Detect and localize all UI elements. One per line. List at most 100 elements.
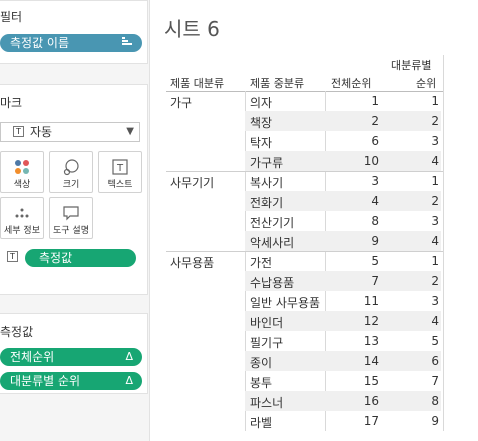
text-measure-values-pill[interactable]: 측정값 bbox=[25, 249, 136, 267]
marks-title: 마크 bbox=[0, 96, 23, 110]
overall-rank-value[interactable]: 9 bbox=[330, 234, 379, 248]
category-rank-value[interactable]: 2 bbox=[390, 114, 439, 128]
overall-rank-value[interactable]: 7 bbox=[330, 274, 379, 288]
mark-type-dropdown[interactable]: T 자동 ▼ bbox=[0, 122, 140, 142]
filter-pill-label: 측정값 이름 bbox=[10, 36, 70, 50]
column-divider bbox=[245, 91, 246, 431]
filter-pill-measure-names[interactable]: 측정값 이름 bbox=[0, 34, 142, 52]
overall-rank-value[interactable]: 13 bbox=[330, 334, 379, 348]
delta-icon: Δ bbox=[125, 374, 133, 387]
category-rank-value[interactable]: 2 bbox=[390, 274, 439, 288]
subcategory-label[interactable]: 봉투 bbox=[250, 374, 272, 391]
measure-pill-label: 전체순위 bbox=[10, 350, 55, 364]
detail-button[interactable]: 세부 정보 bbox=[0, 197, 44, 239]
category-rank-value[interactable]: 3 bbox=[390, 294, 439, 308]
overall-rank-value[interactable]: 4 bbox=[330, 194, 379, 208]
header-subcategory[interactable]: 제품 중분류 bbox=[250, 75, 304, 91]
subcategory-label[interactable]: 가전 bbox=[250, 254, 272, 271]
svg-text:T: T bbox=[116, 163, 124, 174]
column-divider bbox=[443, 55, 444, 431]
overall-rank-value[interactable]: 17 bbox=[330, 414, 379, 428]
subcategory-label[interactable]: 탁자 bbox=[250, 134, 272, 151]
subcategory-label[interactable]: 라벨 bbox=[250, 414, 272, 431]
tooltip-button[interactable]: 도구 설명 bbox=[49, 197, 93, 239]
header-divider bbox=[166, 91, 443, 92]
detail-button-label: 세부 정보 bbox=[4, 226, 40, 236]
marks-card: 마크 T 자동 ▼ 색상 크기 T 텍스트 세부 정보 도구 설명 T 측정값 bbox=[0, 84, 148, 295]
category-rank-value[interactable]: 1 bbox=[390, 254, 439, 268]
category-rank-value[interactable]: 2 bbox=[390, 194, 439, 208]
overall-rank-value[interactable]: 14 bbox=[330, 354, 379, 368]
overall-rank-value[interactable]: 16 bbox=[330, 394, 379, 408]
overall-rank-value[interactable]: 3 bbox=[330, 174, 379, 188]
text-button[interactable]: T 텍스트 bbox=[98, 151, 142, 193]
chevron-down-icon: ▼ bbox=[126, 126, 134, 137]
color-button[interactable]: 색상 bbox=[0, 151, 44, 193]
category-rank-value[interactable]: 4 bbox=[390, 234, 439, 248]
tooltip-button-label: 도구 설명 bbox=[53, 226, 89, 236]
detail-icon bbox=[1, 204, 43, 222]
header-category-rank-line1[interactable]: 대분류별 bbox=[391, 57, 431, 73]
category-rank-value[interactable]: 4 bbox=[390, 154, 439, 168]
category-rank-value[interactable]: 7 bbox=[390, 374, 439, 388]
subcategory-label[interactable]: 악세사리 bbox=[250, 234, 294, 251]
category-rank-value[interactable]: 3 bbox=[390, 214, 439, 228]
overall-rank-value[interactable]: 6 bbox=[330, 134, 379, 148]
header-category-rank-line2[interactable]: 순위 bbox=[416, 75, 436, 91]
subcategory-label[interactable]: 종이 bbox=[250, 354, 272, 371]
category-label[interactable]: 사무기기 bbox=[170, 174, 214, 191]
sheet-title: 시트 6 bbox=[164, 17, 220, 41]
measure-pill-category-rank[interactable]: 대분류별 순위 Δ bbox=[0, 372, 142, 390]
category-label[interactable]: 가구 bbox=[170, 94, 192, 111]
subcategory-label[interactable]: 수납용품 bbox=[250, 274, 294, 291]
category-rank-value[interactable]: 5 bbox=[390, 334, 439, 348]
color-button-label: 색상 bbox=[13, 180, 31, 190]
overall-rank-value[interactable]: 1 bbox=[330, 94, 379, 108]
overall-rank-value[interactable]: 12 bbox=[330, 314, 379, 328]
overall-rank-value[interactable]: 10 bbox=[330, 154, 379, 168]
overall-rank-value[interactable]: 15 bbox=[330, 374, 379, 388]
filters-title: 필터 bbox=[0, 10, 23, 24]
subcategory-label[interactable]: 전화기 bbox=[250, 194, 283, 211]
color-dots-icon bbox=[1, 158, 43, 176]
column-divider bbox=[325, 91, 326, 431]
group-divider bbox=[166, 251, 443, 252]
subcategory-label[interactable]: 전산기기 bbox=[250, 214, 294, 231]
category-rank-value[interactable]: 4 bbox=[390, 314, 439, 328]
size-icon bbox=[50, 158, 92, 176]
subcategory-label[interactable]: 가구류 bbox=[250, 154, 283, 171]
category-rank-value[interactable]: 8 bbox=[390, 394, 439, 408]
header-overall-rank[interactable]: 전체순위 bbox=[331, 75, 371, 91]
subcategory-label[interactable]: 바인더 bbox=[250, 314, 283, 331]
overall-rank-value[interactable]: 8 bbox=[330, 214, 379, 228]
category-rank-value[interactable]: 1 bbox=[390, 94, 439, 108]
category-rank-value[interactable]: 6 bbox=[390, 354, 439, 368]
subcategory-label[interactable]: 복사기 bbox=[250, 174, 283, 191]
subcategory-label[interactable]: 파스너 bbox=[250, 394, 283, 411]
subcategory-label[interactable]: 일반 사무용품 bbox=[250, 294, 320, 311]
subcategory-label[interactable]: 필기구 bbox=[250, 334, 283, 351]
category-rank-value[interactable]: 3 bbox=[390, 134, 439, 148]
size-button[interactable]: 크기 bbox=[49, 151, 93, 193]
subcategory-label[interactable]: 책장 bbox=[250, 114, 272, 131]
measure-pill-label: 대분류별 순위 bbox=[10, 374, 81, 388]
text-mark-icon: T bbox=[13, 126, 24, 137]
text-shelf-icon: T bbox=[7, 251, 18, 262]
size-button-label: 크기 bbox=[62, 180, 80, 190]
category-label[interactable]: 사무용품 bbox=[170, 254, 214, 271]
left-pane: 필터 측정값 이름 마크 T 자동 ▼ 색상 크기 T 텍스트 세부 정보 도구… bbox=[0, 0, 150, 441]
overall-rank-value[interactable]: 11 bbox=[330, 294, 379, 308]
subcategory-label[interactable]: 의자 bbox=[250, 94, 272, 111]
measure-values-card: 측정값 전체순위 Δ 대분류별 순위 Δ bbox=[0, 313, 148, 394]
measure-values-title: 측정값 bbox=[0, 325, 34, 339]
overall-rank-value[interactable]: 5 bbox=[330, 254, 379, 268]
group-divider bbox=[166, 171, 443, 172]
tooltip-icon bbox=[50, 204, 92, 222]
text-icon: T bbox=[99, 158, 141, 176]
category-rank-value[interactable]: 1 bbox=[390, 174, 439, 188]
measure-pill-overall-rank[interactable]: 전체순위 Δ bbox=[0, 348, 142, 366]
overall-rank-value[interactable]: 2 bbox=[330, 114, 379, 128]
header-category[interactable]: 제품 대분류 bbox=[170, 75, 224, 91]
category-rank-value[interactable]: 9 bbox=[390, 414, 439, 428]
delta-icon: Δ bbox=[125, 350, 133, 363]
